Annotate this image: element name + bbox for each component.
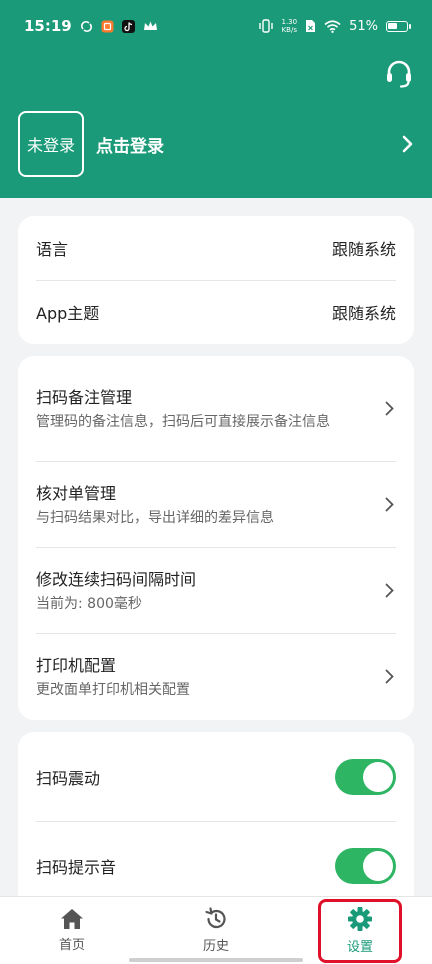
scan-notes-title: 扫码备注管理 <box>36 388 133 407</box>
chevron-right-icon <box>382 581 396 599</box>
management-card: 扫码备注管理 管理码的备注信息，扫码后可直接展示备注信息 核对单管理 与扫码结果… <box>18 356 414 720</box>
login-prompt[interactable]: 点击登录 <box>96 132 398 157</box>
headset-icon <box>387 60 411 88</box>
gear-icon <box>348 907 372 931</box>
battery-icon <box>386 20 411 32</box>
login-row[interactable]: 未登录 点击登录 <box>18 111 418 177</box>
tiktok-icon <box>121 19 135 33</box>
nav-settings[interactable]: 设置 <box>288 897 432 964</box>
scan-notes-row[interactable]: 扫码备注管理 管理码的备注信息，扫码后可直接展示备注信息 <box>18 356 414 461</box>
theme-value: 跟随系统 <box>331 304 396 323</box>
chevron-right-icon <box>382 668 396 686</box>
nav-home-label: 首页 <box>58 938 85 953</box>
sim-icon <box>305 19 316 33</box>
nav-history-label: 历史 <box>202 939 229 954</box>
toggle-knob <box>363 761 393 792</box>
chevron-right-icon <box>398 134 418 154</box>
vibrate-title: 扫码震动 <box>36 768 101 788</box>
feedback-card: 扫码震动 扫码提示音 <box>18 732 414 912</box>
check-list-subtitle: 与扫码结果对比，导出详细的差异信息 <box>36 509 274 526</box>
chevron-right-icon <box>382 400 396 418</box>
avatar[interactable]: 未登录 <box>18 111 84 177</box>
status-bar: 15:19 1.30 KB/s 51% <box>0 0 432 52</box>
scan-notes-subtitle: 管理码的备注信息，扫码后可直接展示备注信息 <box>36 414 330 430</box>
printer-row[interactable]: 打印机配置 更改面单打印机相关配置 <box>18 633 414 720</box>
scan-interval-row[interactable]: 修改连续扫码间隔时间 当前为: 800毫秒 <box>18 547 414 633</box>
sync-icon <box>80 20 93 33</box>
battery-percent: 51% <box>349 18 378 34</box>
language-row[interactable]: 语言 跟随系统 <box>18 216 414 280</box>
app-notification-icon <box>101 20 114 33</box>
scan-interval-title: 修改连续扫码间隔时间 <box>36 569 197 589</box>
language-value: 跟随系统 <box>331 240 396 259</box>
status-time: 15:19 <box>24 17 72 35</box>
customer-support-button[interactable] <box>381 56 417 92</box>
theme-title: App主题 <box>36 304 100 323</box>
check-list-title: 核对单管理 <box>36 483 117 503</box>
chevron-right-icon <box>382 495 396 513</box>
net-speed-value: 1.30 <box>281 18 298 26</box>
printer-subtitle: 更改面单打印机相关配置 <box>36 682 190 698</box>
crown-icon <box>143 20 158 32</box>
nav-home[interactable]: 首页 <box>0 897 144 964</box>
nav-history[interactable]: 历史 <box>144 897 288 964</box>
net-speed: 1.30 KB/s <box>282 18 298 34</box>
sound-title: 扫码提示音 <box>36 857 117 877</box>
nav-settings-label: 设置 <box>346 940 373 955</box>
wifi-icon <box>324 19 341 33</box>
vibrate-row: 扫码震动 <box>18 732 414 821</box>
check-list-row[interactable]: 核对单管理 与扫码结果对比，导出详细的差异信息 <box>18 461 414 547</box>
avatar-label: 未登录 <box>26 136 75 155</box>
general-settings-card: 语言 跟随系统 App主题 跟随系统 <box>18 216 414 344</box>
battery-level-fill <box>388 22 397 29</box>
toggle-knob <box>363 850 393 881</box>
theme-row[interactable]: App主题 跟随系统 <box>18 280 414 344</box>
vibrate-icon <box>258 19 274 33</box>
scan-interval-subtitle: 当前为: 800毫秒 <box>36 595 142 612</box>
home-indicator[interactable] <box>129 958 303 962</box>
language-title: 语言 <box>36 240 69 259</box>
history-icon <box>205 907 226 929</box>
home-icon <box>61 909 83 929</box>
app-header: 15:19 1.30 KB/s 51% 未登录 点击登录 <box>0 0 432 198</box>
bottom-nav: 首页 历史 设置 <box>0 896 432 964</box>
net-speed-unit: KB/s <box>281 26 297 34</box>
printer-title: 打印机配置 <box>36 656 117 675</box>
sound-toggle[interactable] <box>335 847 396 884</box>
vibrate-toggle[interactable] <box>335 758 396 795</box>
